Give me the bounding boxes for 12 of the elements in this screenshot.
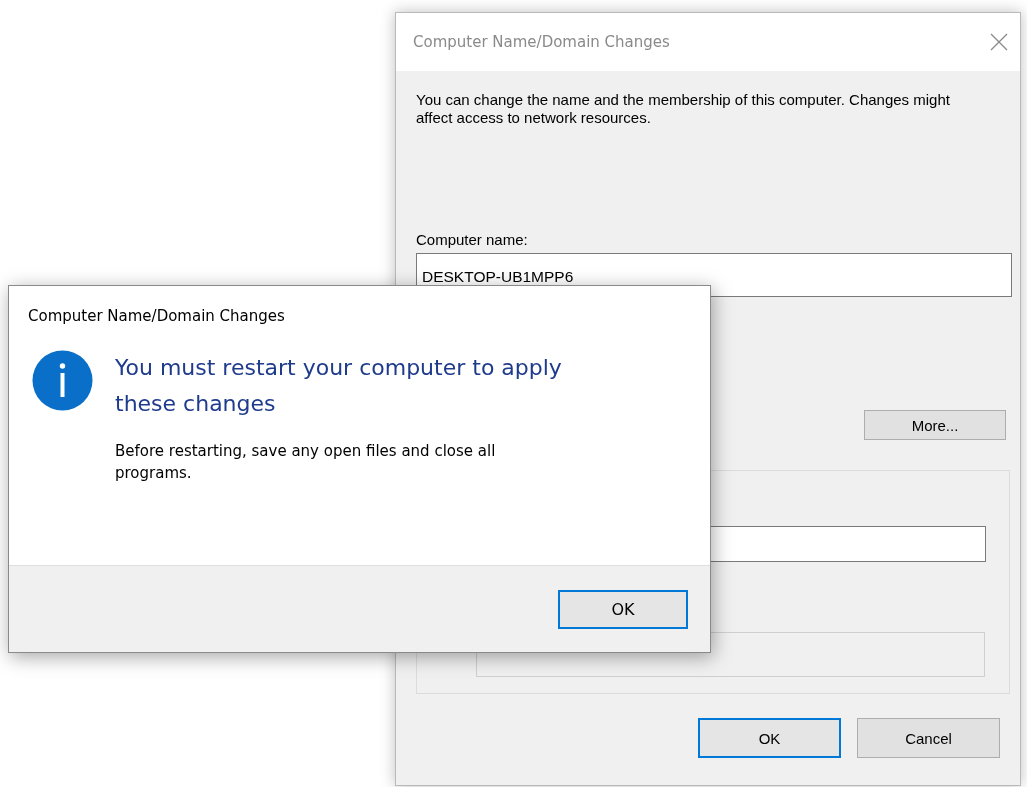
description-text: You can change the name and the membership of this computer. Changes might affect access to network resources. [416,91,951,127]
dialog-button[interactable]: Cancel [857,718,1000,758]
close-icon[interactable] [990,33,1008,51]
dialog-button[interactable]: OK [558,589,688,629]
message-heading: You must restart your computer to apply these changes [115,354,563,418]
window-title: Computer Name/Domain Changes [413,33,670,51]
info-icon [32,350,93,411]
field-label: Computer name: [416,231,529,248]
dialog-button[interactable]: OK [698,718,841,758]
more-button[interactable]: More... [864,410,1006,440]
message-text: Before restarting, save any open files and close all programs. [115,441,497,484]
dialog-title: Computer Name/Domain Changes [27,306,286,326]
